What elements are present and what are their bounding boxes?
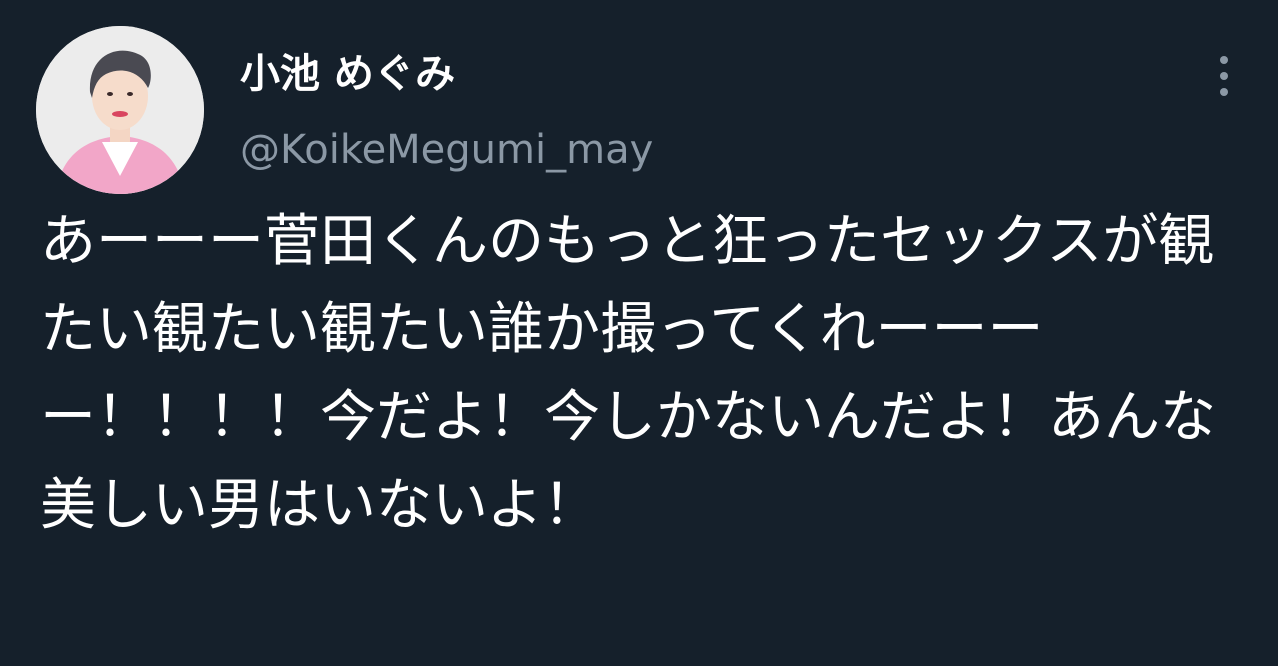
more-options-icon	[1220, 56, 1228, 96]
tweet-text: あーーー菅田くんのもっと狂ったセックスが観たい観たい観たい誰か撮ってくれーーーー…	[40, 209, 1216, 538]
avatar[interactable]	[36, 26, 204, 194]
more-options-button[interactable]	[1206, 52, 1242, 100]
author-display-name[interactable]: 小池 めぐみ	[240, 46, 455, 102]
profile-photo-icon	[36, 26, 204, 194]
tweet-card: 小池 めぐみ @KoikeMegumi_may あーーー菅田くんのもっと狂ったセ…	[0, 0, 1278, 666]
author-handle[interactable]: @KoikeMegumi_may	[240, 122, 653, 178]
